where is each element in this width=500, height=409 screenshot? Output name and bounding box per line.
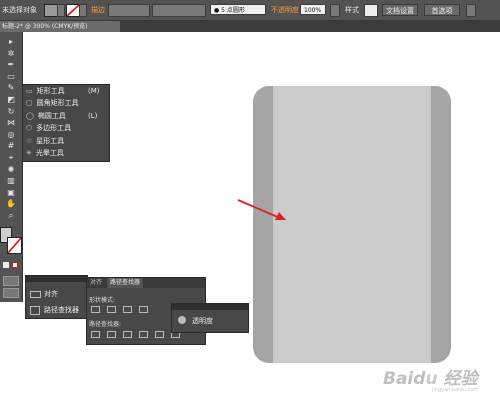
mesh-tool-icon[interactable]: # [4,140,18,151]
zoom-tool-icon[interactable]: ⌕ [4,210,18,221]
stroke-weight-field[interactable] [108,4,150,17]
brush-definition-select[interactable]: ● 5 点圆形 [210,4,266,15]
opacity-label[interactable]: 不透明度 [271,5,299,15]
shape-left-band [253,86,273,363]
symbol-sprayer-tool-icon[interactable]: ✺ [4,164,18,175]
divide-icon[interactable] [91,331,100,338]
document-setup-button[interactable]: 文档设置 [382,4,418,16]
fill-dropdown[interactable] [57,4,65,17]
rectangle-icon: ▭ [26,87,33,95]
watermark-url: jingyan.baidu.com [432,387,479,393]
intersect-icon[interactable] [123,306,132,313]
flyout-item-label: 椭圆工具 [37,111,66,120]
artboard-tool-icon[interactable]: ▣ [4,187,18,198]
shape-modes-label: 形状模式: [89,297,116,304]
control-bar: 未选择对象 描边 ● 5 点圆形 不透明度 100% 样式 文档设置 首选项 [0,0,500,21]
column-graph-tool-icon[interactable]: ▥ [4,175,18,186]
trim-icon[interactable] [107,331,116,338]
flyout-item-shortcut: (L) [88,111,98,120]
rotate-tool-icon[interactable]: ↻ [4,106,18,117]
crop-icon[interactable] [139,331,148,338]
stroke-dropdown[interactable] [79,4,87,17]
panel-grip[interactable] [172,304,248,310]
transparency-icon [178,316,186,324]
stroke-label[interactable]: 描边 [91,5,105,15]
unite-icon[interactable] [91,306,100,313]
align-panel-label[interactable]: 对齐 [44,289,58,299]
flyout-item-label: 星形工具 [36,136,65,145]
pen-tool-icon[interactable]: ✒ [4,59,18,70]
hand-tool-icon[interactable]: ✋ [4,198,18,209]
flare-icon: ✳ [26,149,32,157]
eyedropper-tool-icon[interactable]: ⌖ [4,152,18,163]
fill-swatch[interactable] [44,4,58,17]
none-mode-icon[interactable] [12,262,18,268]
flyout-item-shortcut: (M) [88,87,100,95]
magic-wand-tool-icon[interactable]: ✲ [4,48,18,59]
arrange-documents-icon[interactable] [466,4,476,17]
outline-icon[interactable] [155,331,164,338]
ellipse-icon: ◯ [26,111,34,120]
flyout-item-label: 光晕工具 [35,149,64,157]
color-mode-icon[interactable] [3,262,9,268]
pathfinder-icon [30,306,40,315]
minus-front-icon[interactable] [107,306,116,313]
rounded-rectangle-shape[interactable] [253,86,451,363]
tab-pathfinder[interactable]: 路径查找器 [107,278,144,288]
baidu-watermark-logo: Baidu 经验 [383,369,478,389]
variable-width-profile[interactable] [152,4,206,17]
transparency-panel-label[interactable]: 透明度 [192,316,213,326]
rectangle-tool-icon[interactable]: ▭ [4,71,18,82]
merge-icon[interactable] [123,331,132,338]
pencil-tool-icon[interactable]: ✎ [4,82,18,93]
preferences-button[interactable]: 首选项 [424,4,460,16]
graphic-style-swatch[interactable] [364,4,378,17]
style-label: 样式 [345,6,359,14]
star-icon: ☆ [26,136,33,145]
opacity-arrow[interactable] [330,4,340,17]
brush-definition-value: 5 点圆形 [221,7,245,14]
polygon-icon: ⬡ [26,124,33,133]
stroke-swatch[interactable] [66,4,80,17]
shape-builder-tool-icon[interactable]: ◎ [4,129,18,140]
flyout-item-label: 多边形工具 [36,124,72,133]
document-tab[interactable]: 标题-2* @ 300% (CMYK/预览) [0,21,120,32]
width-tool-icon[interactable]: ⋈ [4,117,18,128]
panel-grip[interactable] [26,276,87,282]
align-icon [30,291,41,298]
opacity-field[interactable]: 100% [300,4,326,15]
pathfinder-panel-label[interactable]: 路径查找器 [44,305,79,315]
screen-mode-icon[interactable] [3,288,19,298]
selection-status: 未选择对象 [2,6,37,14]
flyout-item-polygon[interactable]: ⬡ 多边形工具 [26,122,106,134]
flyout-item-label: 圆角矩形工具 [36,99,79,108]
pathfinders-label: 路径查找器: [89,321,122,328]
flyout-item-rectangle[interactable]: ▭ 矩形工具 (M) [26,85,106,97]
red-arrow-icon [237,199,286,220]
eraser-tool-icon[interactable]: ◩ [4,94,18,105]
draw-mode-icon[interactable] [3,276,19,286]
exclude-icon[interactable] [139,306,148,313]
flyout-item-ellipse[interactable]: ◯ 椭圆工具 (L) [26,110,106,122]
transparency-panel: 透明度 [171,303,249,333]
shape-right-band [431,86,451,363]
tab-align[interactable]: 对齐 [87,278,105,288]
rounded-rectangle-icon: ▢ [26,99,33,108]
flyout-item-flare[interactable]: ✳ 光晕工具 [26,147,106,159]
collapsed-panel-group: 对齐 路径查找器 [25,275,88,319]
selection-tool-icon[interactable]: ▸ [4,36,18,47]
none-slash-icon [8,238,21,253]
stroke-color-box[interactable] [7,237,22,254]
none-slash-icon [67,5,79,16]
flyout-item-rounded-rectangle[interactable]: ▢ 圆角矩形工具 [26,97,106,109]
flyout-item-star[interactable]: ☆ 星形工具 [26,135,106,147]
flyout-item-label: 矩形工具 [36,87,65,95]
